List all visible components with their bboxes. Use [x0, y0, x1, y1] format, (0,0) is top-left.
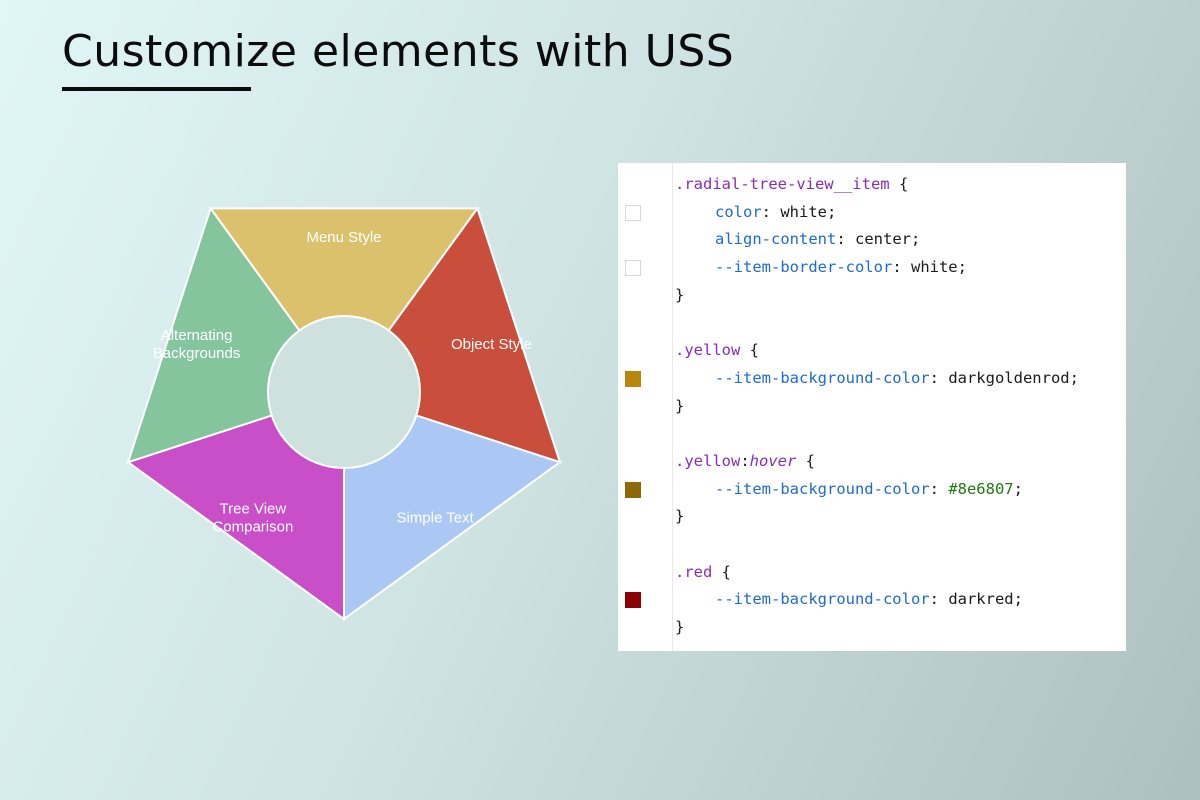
radial-menu-chart: Menu Style Object Style Simple Text Tree Vi… [125, 206, 563, 621]
css-value: #8e6807 [948, 479, 1014, 498]
css-selector: .red [675, 562, 713, 581]
css-value: white [780, 202, 828, 221]
menu-segment-label: Simple Text [396, 509, 474, 526]
page-title: Customize elements with USS [62, 26, 735, 77]
code-panel: .radial-tree-view__item { color: white; al… [618, 163, 1126, 651]
color-swatch [625, 370, 641, 387]
title-underline [62, 87, 251, 91]
radial-tree-view: Menu Style Object Style Simple Text Tree Vi… [115, 163, 573, 621]
css-selector: .yellow [675, 451, 741, 470]
code-selector-line: .yellow { [675, 341, 759, 360]
menu-segment-label: Alternating [161, 327, 233, 344]
css-value: white [910, 258, 958, 277]
css-property: --item-border-color [715, 258, 893, 277]
code-declaration-line: --item-background-color: #8e6807; [625, 476, 1079, 504]
menu-segment-label: Tree View [220, 500, 287, 517]
css-value: darkgoldenrod [948, 368, 1070, 387]
code-closing-brace: } [675, 507, 685, 526]
center-hole [267, 315, 421, 469]
css-property: --item-background-color [715, 590, 930, 609]
code-declaration-line: --item-background-color: darkgoldenrod; [625, 365, 1079, 393]
code-closing-brace: } [675, 396, 685, 415]
code-selector-line: .yellow:hover { [675, 451, 816, 470]
css-pseudo-class: hover [749, 451, 797, 470]
color-swatch [625, 260, 641, 277]
code-declaration-line: color: white; [625, 199, 1079, 227]
code-declaration-line: align-content: center; [715, 230, 921, 249]
menu-segment-label: Comparison [212, 518, 293, 535]
css-selector: .yellow [675, 341, 741, 360]
code-selector-line: .radial-tree-view__item { [675, 175, 909, 193]
css-property: color [715, 202, 762, 221]
code-selector-line: .red { [675, 562, 731, 581]
menu-segment-label: Menu Style [306, 229, 381, 246]
css-selector: .radial-tree-view__item [675, 175, 890, 193]
css-property: --item-background-color [715, 368, 930, 387]
code-declaration-line: --item-border-color: white; [625, 254, 1079, 282]
code-closing-brace: } [675, 285, 685, 304]
css-property: --item-background-color [715, 479, 930, 498]
css-property: align-content [715, 230, 837, 249]
color-swatch [625, 204, 641, 221]
color-swatch [625, 592, 641, 609]
code-declaration-line: --item-background-color: darkred; [625, 586, 1079, 614]
color-swatch [625, 481, 641, 498]
css-value: darkred [948, 590, 1014, 609]
code-closing-brace: } [675, 618, 685, 636]
code-lines: .radial-tree-view__item { color: white; al… [625, 171, 1079, 642]
code-gutter [618, 163, 673, 651]
menu-segment-label: Object Style [451, 336, 532, 353]
css-value: center [855, 230, 911, 249]
menu-segment-label: Backgrounds [153, 345, 241, 362]
